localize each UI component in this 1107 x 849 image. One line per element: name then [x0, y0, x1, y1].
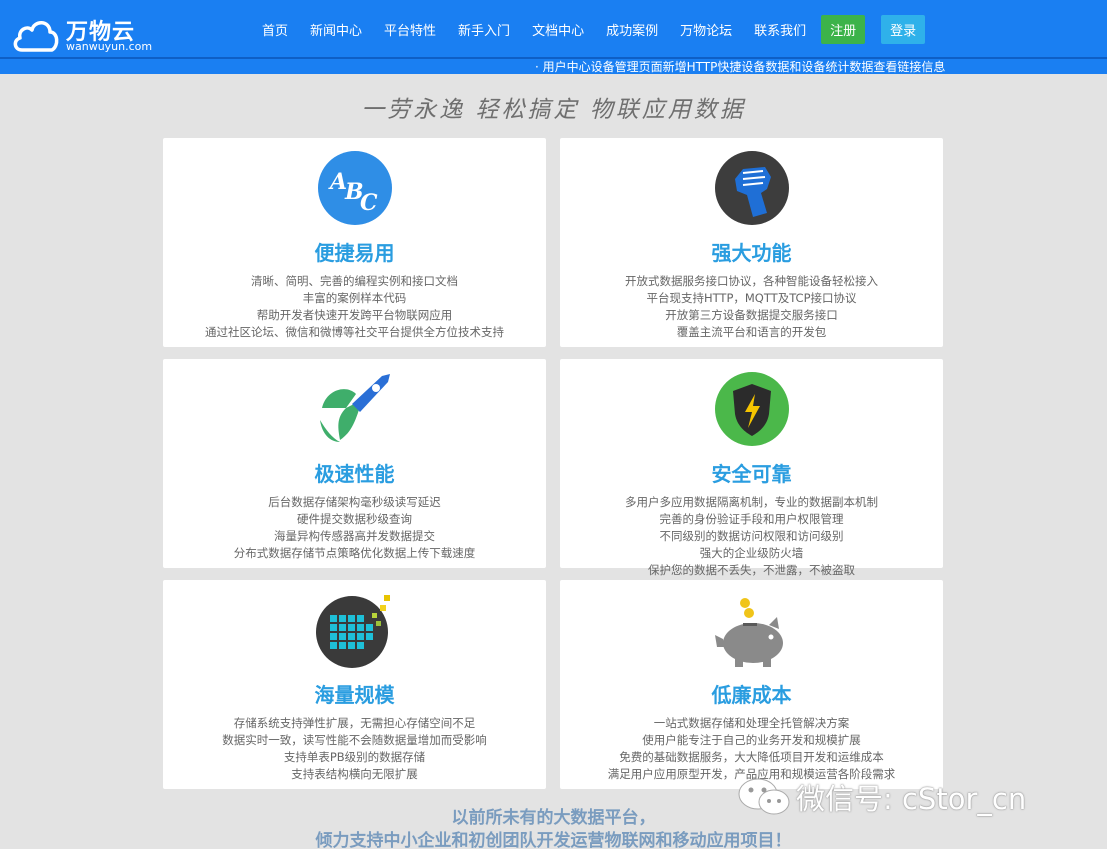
grid-blocks-icon — [316, 595, 390, 668]
fist-icon — [715, 151, 789, 225]
feature-line: 海量异构传感器高并发数据提交 — [274, 529, 435, 543]
feature-line: 丰富的案例样本代码 — [302, 291, 407, 305]
feature-card-security: 安全可靠 多用户多应用数据隔离机制，专业的数据副本机制 完善的身份验证手段和用户… — [560, 359, 943, 577]
feature-line: 支持单表PB级别的数据存储 — [283, 750, 426, 764]
feature-title: 安全可靠 — [711, 462, 792, 486]
ticker-link[interactable]: · 用户中心设备管理页面新增HTTP快捷设备数据和设备统计数据查看链接信息 — [535, 58, 945, 75]
shield-icon — [715, 372, 789, 446]
feature-line: 强大的企业级防火墙 — [699, 546, 804, 560]
feature-line: 保护您的数据不丢失，不泄露，不被盗取 — [648, 563, 855, 577]
feature-line: 数据实时一致，读写性能不会随数据量增加而受影响 — [222, 733, 487, 747]
login-button[interactable]: 登录 — [881, 14, 926, 44]
feature-line: 存储系统支持弹性扩展，无需担心存储空间不足 — [233, 716, 476, 730]
feature-description: 存储系统支持弹性扩展，无需担心存储空间不足 数据实时一致，读写性能不会随数据量增… — [163, 715, 546, 783]
logo-domain: wanwuyun.com — [66, 40, 153, 53]
cloud-logo-icon — [13, 21, 59, 52]
wechat-watermark: 微信号: cStor_cn — [736, 776, 1076, 816]
feature-card-scale: 海量规模 存储系统支持弹性扩展，无需担心存储空间不足 数据实时一致，读写性能不会… — [163, 580, 546, 789]
feature-line: 多用户多应用数据隔离机制，专业的数据副本机制 — [625, 495, 878, 509]
feature-line: 一站式数据存储和处理全托管解决方案 — [653, 716, 850, 730]
feature-line: 覆盖主流平台和语言的开发包 — [676, 325, 827, 339]
feature-line: 开放式数据服务接口协议，各种智能设备轻松接入 — [625, 274, 878, 288]
feature-card-easy: A B C 便捷易用 清晰、简明、完善的编程实例和接口文档 丰富的案例样本代码 … — [163, 138, 546, 347]
hero-slogan: 一劳永逸 轻松搞定 物联应用数据 — [361, 97, 746, 123]
nav-getting-started[interactable]: 新手入门 — [458, 20, 510, 39]
feature-line: 后台数据存储架构毫秒级读写延迟 — [268, 495, 441, 509]
nav-docs[interactable]: 文档中心 — [532, 20, 584, 39]
feature-line: 清晰、简明、完善的编程实例和接口文档 — [251, 274, 458, 288]
feature-line: 帮助开发者快速开发跨平台物联网应用 — [256, 308, 453, 322]
feature-line: 支持表结构横向无限扩展 — [291, 767, 418, 781]
feature-line: 通过社区论坛、微信和微博等社交平台提供全方位技术支持 — [205, 325, 504, 339]
feature-description: 后台数据存储架构毫秒级读写延迟 硬件提交数据秒级查询 海量异构传感器高并发数据提… — [163, 494, 546, 562]
feature-title: 海量规模 — [314, 683, 395, 707]
site-logo[interactable]: 万物云 wanwuyun.com — [12, 10, 162, 54]
piggy-bank-icon — [715, 598, 783, 667]
nav-news[interactable]: 新闻中心 — [310, 20, 362, 39]
feature-title: 便捷易用 — [314, 241, 395, 265]
feature-line: 使用户能专注于自己的业务开发和规模扩展 — [642, 733, 861, 747]
top-nav-bar: 万物云 wanwuyun.com 首页 新闻中心 平台特性 新手入门 文档中心 … — [0, 0, 1107, 58]
feature-line: 分布式数据存储节点策略优化数据上传下载速度 — [233, 546, 476, 560]
news-ticker: · 用户中心设备管理页面新增HTTP快捷设备数据和设备统计数据查看链接信息 — [0, 59, 1107, 74]
feature-line: 免费的基础数据服务，大大降低项目开发和运维成本 — [619, 750, 884, 764]
watermark-text: 微信号: cStor_cn — [796, 782, 1027, 816]
nav-home[interactable]: 首页 — [262, 20, 288, 39]
register-button[interactable]: 注册 — [821, 14, 866, 44]
feature-card-cost: 低廉成本 一站式数据存储和处理全托管解决方案 使用户能专注于自己的业务开发和规模… — [560, 580, 943, 789]
feature-line: 平台现支持HTTP，MQTT及TCP接口协议 — [646, 291, 857, 305]
feature-line: 完善的身份验证手段和用户权限管理 — [659, 512, 844, 526]
feature-card-powerful: 强大功能 开放式数据服务接口协议，各种智能设备轻松接入 平台现支持HTTP，MQ… — [560, 138, 943, 347]
feature-line: 不同级别的数据访问权限和访问级别 — [659, 529, 844, 543]
feature-line: 硬件提交数据秒级查询 — [297, 512, 412, 526]
nav-cases[interactable]: 成功案例 — [606, 20, 658, 39]
feature-description: 开放式数据服务接口协议，各种智能设备轻松接入 平台现支持HTTP，MQTT及TC… — [560, 273, 943, 341]
main-nav: 首页 新闻中心 平台特性 新手入门 文档中心 成功案例 万物论坛 联系我们 注册… — [262, 14, 926, 44]
feature-title: 低廉成本 — [711, 683, 792, 707]
feature-title: 极速性能 — [314, 462, 395, 486]
nav-forum[interactable]: 万物论坛 — [680, 20, 732, 39]
feature-title: 强大功能 — [711, 241, 792, 265]
feature-description: 清晰、简明、完善的编程实例和接口文档 丰富的案例样本代码 帮助开发者快速开发跨平… — [163, 273, 546, 341]
feature-description: 一站式数据存储和处理全托管解决方案 使用户能专注于自己的业务开发和规模扩展 免费… — [560, 715, 943, 783]
feature-card-performance: 极速性能 后台数据存储架构毫秒级读写延迟 硬件提交数据秒级查询 海量异构传感器高… — [163, 359, 546, 568]
nav-contact[interactable]: 联系我们 — [754, 20, 806, 39]
rocket-icon — [320, 374, 390, 442]
abc-icon: A B C — [318, 151, 392, 225]
feature-line: 开放第三方设备数据提交服务接口 — [665, 308, 838, 322]
svg-text:C: C — [360, 190, 378, 216]
wechat-icon — [738, 778, 790, 815]
nav-features[interactable]: 平台特性 — [384, 20, 436, 39]
tagline-line-2: 倾力支持中小企业和初创团队开发运营物联网和移动应用项目！ — [315, 831, 792, 849]
feature-description: 多用户多应用数据隔离机制，专业的数据副本机制 完善的身份验证手段和用户权限管理 … — [560, 494, 943, 579]
